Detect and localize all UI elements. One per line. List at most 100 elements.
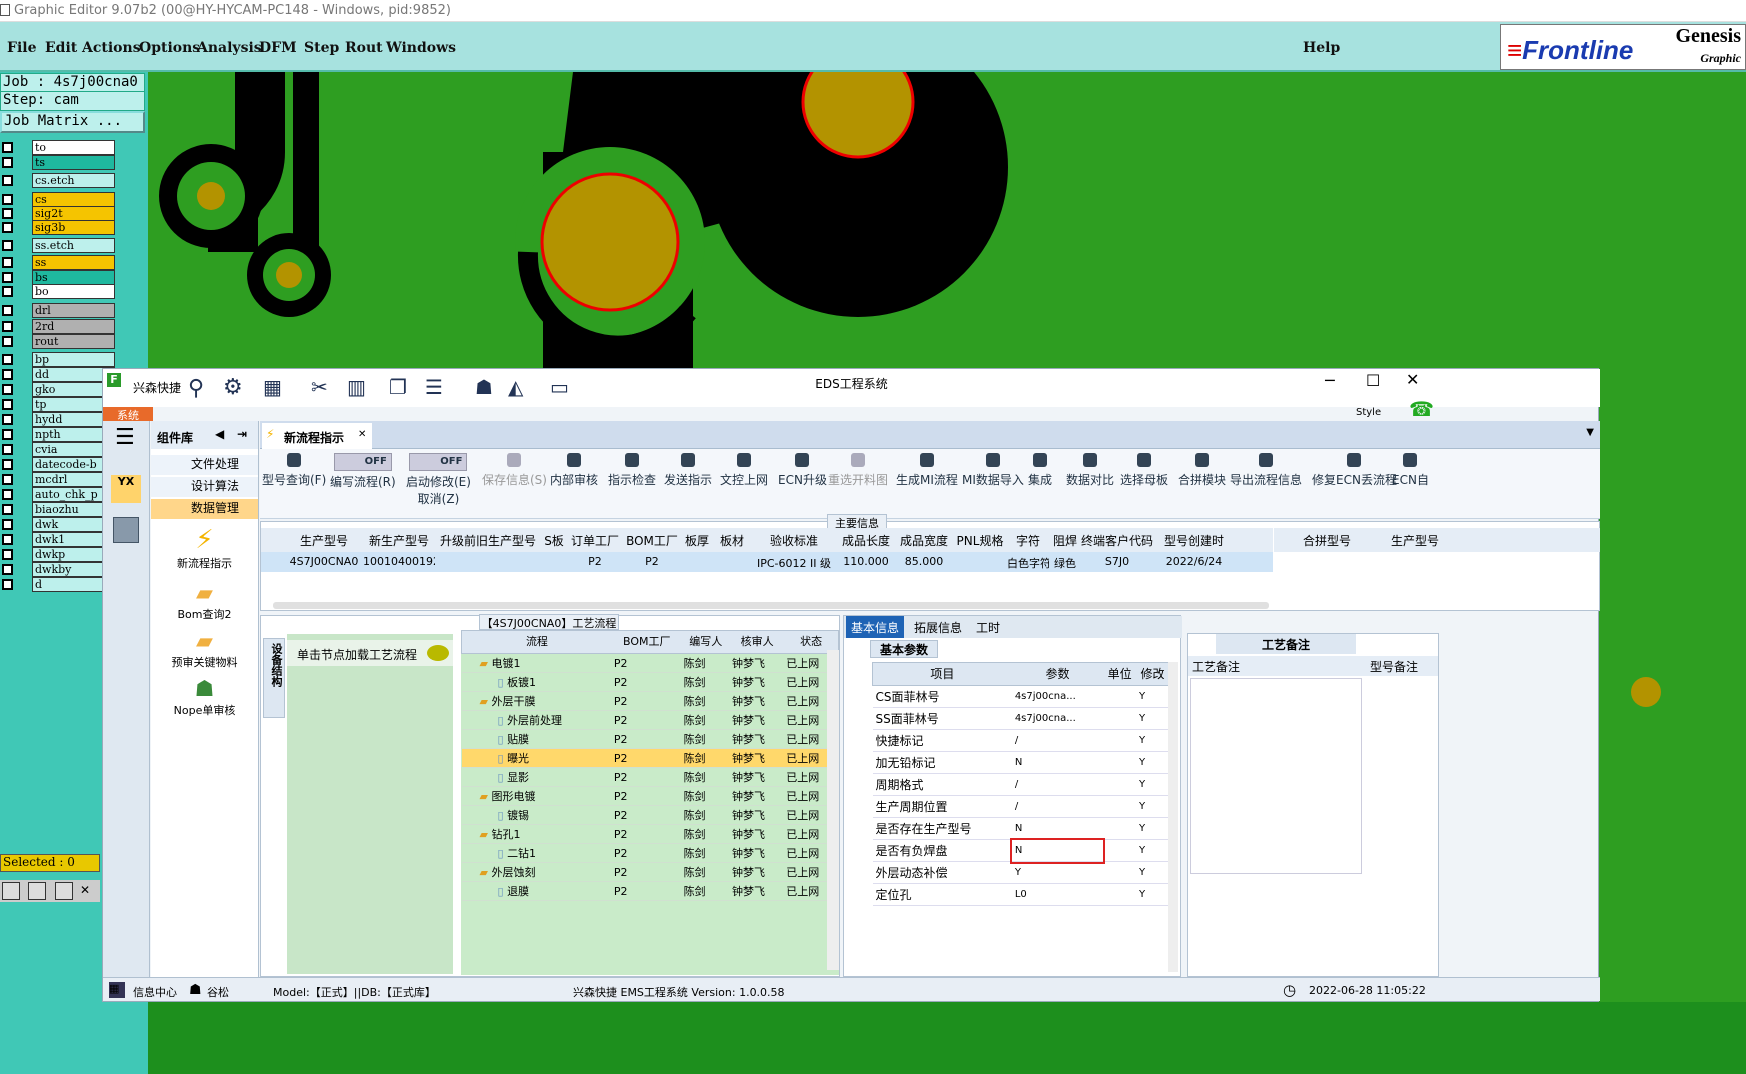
exit-icon[interactable]: ⇥ [237,427,247,441]
toolbar-button[interactable]: 生成MI流程 [896,453,958,488]
side-item-file[interactable]: 文件处理 [151,455,258,475]
layer-checkbox[interactable] [2,222,13,233]
layer-item[interactable]: bs [0,270,117,285]
layer-item[interactable]: biaozhu [0,502,117,517]
device-struct-tab[interactable]: 设备结构 [263,638,285,718]
measure-tool-icon[interactable] [28,882,46,900]
toolbar-button[interactable]: 导出流程信息 [1230,453,1302,488]
toolbar-button[interactable]: 保存信息(S) [482,453,547,488]
toolbar-button[interactable]: 集成 [1028,453,1052,488]
grid-apps-icon[interactable]: ▦ [109,982,125,998]
toolbar-button[interactable]: 指示检查 [608,453,656,488]
info-center[interactable]: 信息中心 [133,984,177,1000]
toolbar-button[interactable]: ECN升级 [778,453,827,488]
layer-checkbox[interactable] [2,157,13,168]
toolbar-button[interactable]: 修复ECN丢流程 [1312,453,1397,488]
layer-name[interactable]: bs [32,270,115,285]
param-row[interactable]: 是否有负焊盘 N Y [872,837,1170,864]
menu-dfm[interactable]: DFM [259,40,297,56]
action-nope-review[interactable]: ☗ Nope单审核 [151,677,258,721]
layer-item[interactable]: tp [0,397,117,412]
layer-checkbox[interactable] [2,240,13,251]
yx-icon[interactable]: YX [111,475,141,503]
param-vscroll[interactable] [1168,662,1178,972]
layer-name[interactable]: to [32,140,115,155]
flow-row[interactable]: ▯ 曝光 P2 陈剑 钟梦飞 已上网 [461,748,839,768]
param-row[interactable]: 生产周期位置 / Y [872,795,1170,818]
layer-item[interactable]: to [0,140,117,155]
layer-checkbox[interactable] [2,286,13,297]
grid-tool-icon[interactable] [55,882,73,900]
layer-item[interactable]: ss [0,255,117,270]
layer-item[interactable]: cs.etch [0,173,117,188]
layer-checkbox[interactable] [2,519,13,530]
layer-checkbox[interactable] [2,175,13,186]
menu-step[interactable]: Step [304,40,339,56]
param-row[interactable]: 外层动态补偿 Y Y [872,861,1170,884]
layer-name[interactable]: bo [32,284,115,299]
layer-item[interactable]: dwkby [0,562,117,577]
flow-row[interactable]: ▯ 贴膜 P2 陈剑 钟梦飞 已上网 [461,729,839,749]
param-cell[interactable]: N [1011,751,1104,774]
flow-row[interactable]: ▯ 外层前处理 P2 陈剑 钟梦飞 已上网 [461,710,839,730]
param-row[interactable]: CS面菲林号 4s7j00cna... Y [872,685,1170,708]
hamburger-icon[interactable]: ☰ [115,425,135,450]
tab-ext-info[interactable]: 拓展信息 [914,619,962,636]
layer-item[interactable]: mcdrl [0,472,117,487]
flow-row[interactable]: ▰ 钻孔1 P2 陈剑 钟梦飞 已上网 [461,824,839,844]
layer-item[interactable]: sig2t [0,206,117,221]
layer-name[interactable]: drl [32,303,115,318]
param-row[interactable]: 定位孔 L0 Y [872,883,1170,906]
toolbar-button[interactable]: MI数据导入 [962,453,1024,488]
toggle-switch[interactable]: OFF [333,453,392,471]
toolbar-button[interactable]: 型号查询(F) [262,453,326,488]
layer-item[interactable]: dwk [0,517,117,532]
layer-name[interactable]: cs [32,192,115,207]
param-cell[interactable]: Y [1011,861,1104,884]
layer-item[interactable]: cs [0,192,117,207]
menu-edit[interactable]: Edit [45,40,77,56]
close-button[interactable]: ✕ [1406,370,1419,389]
main-cell[interactable]: S7J0 [1081,555,1153,568]
layer-item[interactable]: auto_chk_p [0,487,117,502]
layer-item[interactable]: datecode-b [0,457,117,472]
layer-checkbox[interactable] [2,257,13,268]
flow-vscroll[interactable] [827,650,839,970]
param-cell[interactable]: N [1009,837,1106,864]
job-matrix-button[interactable]: Job Matrix ... [0,111,145,133]
toolbar-button[interactable]: 数据对比 [1066,453,1114,488]
layer-checkbox[interactable] [2,444,13,455]
main-cell[interactable]: 4S7J00CNA0 [285,555,363,568]
layer-checkbox[interactable] [2,549,13,560]
layer-checkbox[interactable] [2,384,13,395]
main-cell[interactable]: P2 [623,555,681,568]
layer-item[interactable]: sig3b [0,220,117,235]
maximize-button[interactable]: ☐ [1366,371,1380,390]
toggle-switch[interactable]: OFF [409,453,468,471]
layer-item[interactable]: ss.etch [0,238,117,253]
layer-checkbox[interactable] [2,459,13,470]
param-cell[interactable]: L0 [1011,883,1104,906]
close-tool-icon[interactable]: ✕ [80,883,90,897]
toolbar-button[interactable]: 选择母板 [1120,453,1168,488]
toolbar-button[interactable]: 发送指示 [664,453,712,488]
flow-row[interactable]: ▰ 外层蚀刻 P2 陈剑 钟梦飞 已上网 [461,862,839,882]
param-row[interactable]: 周期格式 / Y [872,773,1170,796]
layer-name[interactable]: sig3b [32,220,115,235]
toolbar-button[interactable]: 内部审核 [550,453,598,488]
tab-work-hours[interactable]: 工时 [976,619,1000,636]
tab-close-icon[interactable]: ✕ [358,429,366,440]
main-cell[interactable]: P2 [567,555,623,568]
flow-row[interactable]: ▰ 图形电镀 P2 陈剑 钟梦飞 已上网 [461,786,839,806]
toolbar-button[interactable]: 重选开料图 [828,453,888,488]
param-cell[interactable]: 4s7j00cna... [1011,707,1104,730]
menu-options[interactable]: Options [139,40,200,56]
toolbar-button[interactable]: OFF 编写流程(R) [330,453,396,490]
layer-item[interactable]: d [0,577,117,592]
menu-rout[interactable]: Rout [345,40,383,56]
menu-file[interactable]: File [7,40,36,56]
flow-row[interactable]: ▰ 电镀1 P2 陈剑 钟梦飞 已上网 [461,653,839,673]
param-row[interactable]: 是否存在生产型号 N Y [872,817,1170,840]
param-cell[interactable]: / [1011,773,1104,796]
layer-item[interactable]: 2rd [0,319,117,334]
